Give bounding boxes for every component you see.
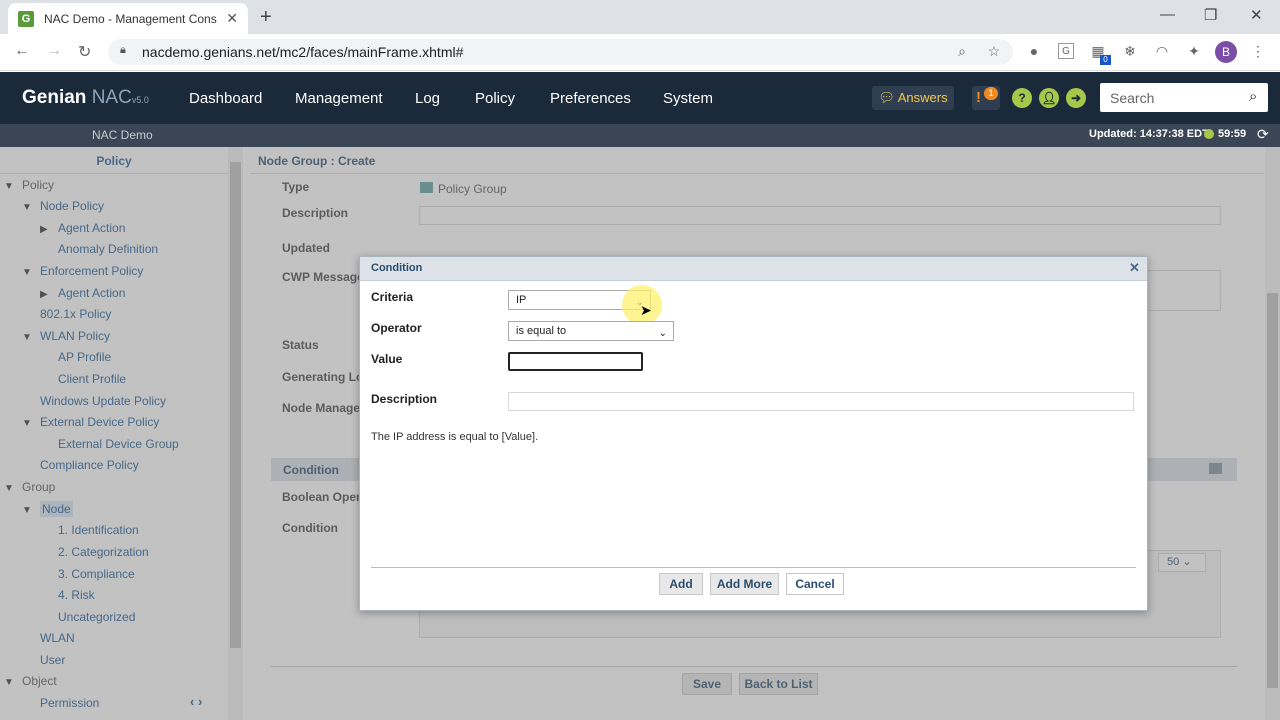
mouse-pointer-icon: ➤ [640, 302, 652, 318]
dialog-titlebar [360, 257, 1147, 281]
add-button[interactable]: Add [659, 573, 703, 595]
favicon: G [18, 10, 34, 27]
updated-time: Updated: 14:37:38 EDT [1089, 128, 1209, 140]
description-label: Description [371, 392, 438, 406]
cancel-button[interactable]: Cancel [786, 573, 844, 595]
app-logo[interactable]: Genian NACv5.0 [22, 87, 149, 109]
window-close-icon[interactable]: ✕ [1250, 6, 1263, 24]
back-icon[interactable]: ← [14, 42, 30, 60]
user-icon[interactable]: 👤︎ [1039, 88, 1059, 108]
menu-preferences[interactable]: Preferences [550, 90, 631, 107]
logout-icon[interactable]: ➜ [1066, 88, 1086, 108]
extension-circle-icon[interactable]: ● [1026, 43, 1042, 59]
reload-icon[interactable]: ↻ [78, 42, 91, 62]
logo-version: v5.0 [131, 95, 149, 105]
bookmark-star-icon[interactable]: ☆ [986, 43, 1002, 59]
alert-count-badge: 1 [984, 87, 998, 100]
logo-brand: Genian [22, 87, 87, 108]
url-text[interactable]: nacdemo.genians.net/mc2/faces/mainFrame.… [142, 44, 463, 60]
refresh-icon[interactable]: ⟳ [1257, 126, 1269, 143]
timer-status-icon [1204, 129, 1214, 139]
search-icon[interactable]: ⌕ [1249, 88, 1257, 105]
menu-system[interactable]: System [663, 90, 713, 107]
browser-menu-icon[interactable]: ⋮ [1250, 43, 1266, 59]
lock-icon[interactable]: 🔒︎ [120, 44, 126, 57]
extension-g-icon[interactable]: G [1058, 43, 1074, 59]
dialog-title: Condition [371, 262, 423, 274]
browser-tab[interactable]: G NAC Demo - Management Cons ✕ [8, 3, 248, 34]
chevron-down-icon: ⌄ [658, 328, 667, 339]
help-text: The IP address is equal to [Value]. [371, 431, 539, 443]
criteria-value: IP [516, 294, 527, 306]
logo-product: NAC [91, 87, 132, 108]
sub-header [0, 124, 1280, 147]
value-label: Value [371, 352, 403, 366]
operator-value: is equal to [516, 325, 567, 337]
description-input[interactable] [508, 392, 1134, 411]
search-placeholder: Search [1110, 90, 1155, 106]
answers-label: Answers [897, 90, 948, 105]
new-tab-icon[interactable]: + [260, 6, 272, 29]
extension-badge: 0 [1100, 55, 1111, 65]
site-name: NAC Demo [92, 128, 153, 142]
close-icon[interactable]: ✕ [1129, 260, 1140, 276]
dialog-divider [371, 567, 1136, 568]
operator-select[interactable]: is equal to ⌄ [508, 321, 674, 341]
profile-avatar[interactable]: B [1215, 41, 1237, 63]
operator-label: Operator [371, 321, 422, 335]
zoom-icon[interactable]: ⌕ [954, 43, 970, 59]
extension-snowflake-icon[interactable]: ❄ [1122, 43, 1138, 59]
close-tab-icon[interactable]: ✕ [226, 10, 238, 27]
answers-button[interactable]: 💬︎ Answers [872, 86, 954, 110]
forward-icon[interactable]: → [46, 42, 62, 60]
menu-dashboard[interactable]: Dashboard [189, 90, 262, 107]
menu-log[interactable]: Log [415, 90, 440, 107]
wifi-icon[interactable]: ◠ [1154, 43, 1170, 59]
session-timer: 59:59 [1218, 128, 1247, 140]
menu-management[interactable]: Management [295, 90, 383, 107]
alert-icon: ! [976, 89, 981, 106]
minimize-icon[interactable]: — [1160, 6, 1175, 23]
value-input[interactable] [508, 352, 643, 371]
tab-title: NAC Demo - Management Cons [44, 11, 217, 26]
menu-policy[interactable]: Policy [475, 90, 515, 107]
add-more-button[interactable]: Add More [710, 573, 779, 595]
restore-icon[interactable]: ❐ [1204, 6, 1217, 24]
criteria-label: Criteria [371, 290, 414, 304]
extensions-puzzle-icon[interactable]: ✦ [1186, 43, 1202, 59]
help-icon[interactable]: ? [1012, 88, 1032, 108]
